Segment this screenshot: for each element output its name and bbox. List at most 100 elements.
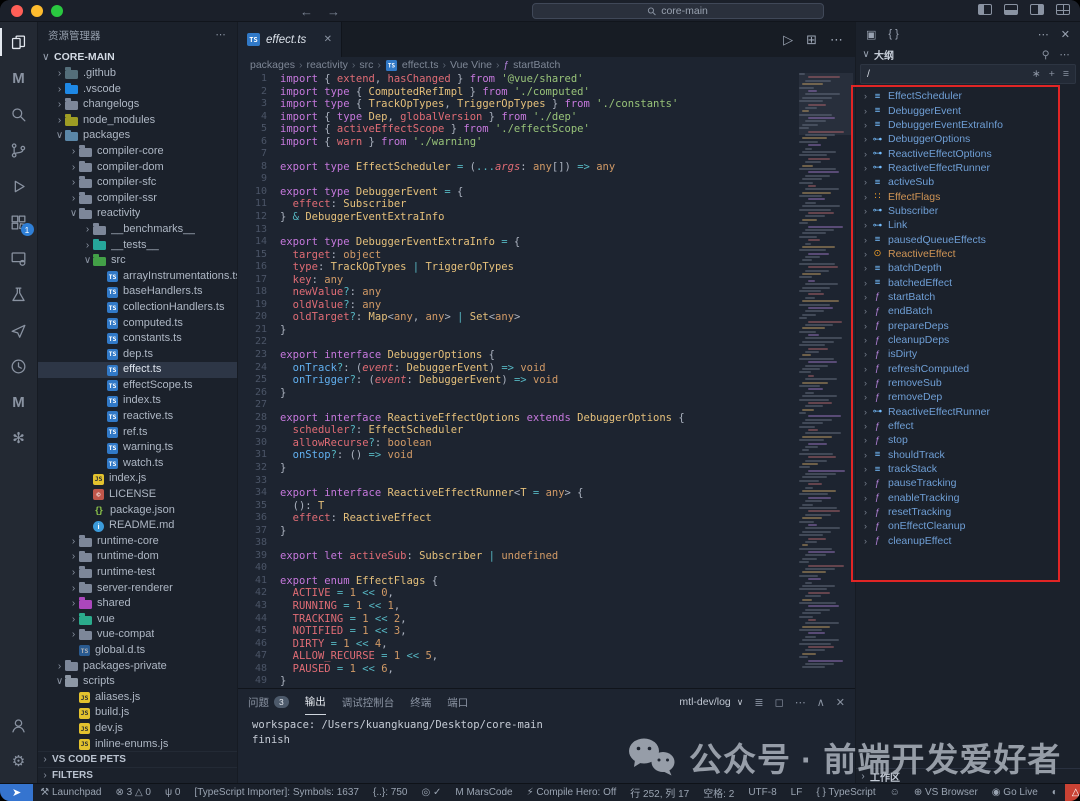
panel-tab-item[interactable]: 调试控制台 bbox=[342, 689, 395, 715]
outline-item-cleanupEffect[interactable]: ›ƒcleanupEffect bbox=[856, 534, 1080, 548]
status-target-check[interactable]: ◎ ✓ bbox=[414, 784, 448, 801]
follow-cursor-icon[interactable]: + bbox=[1049, 68, 1055, 80]
breadcrumb-item[interactable]: packages bbox=[250, 59, 295, 71]
outline-item-cleanupDeps[interactable]: ›ƒcleanupDeps bbox=[856, 333, 1080, 347]
tree-item-src[interactable]: ∨src bbox=[38, 253, 237, 269]
minimap[interactable] bbox=[799, 73, 853, 688]
outline-item-batchDepth[interactable]: ›≡batchDepth bbox=[856, 261, 1080, 275]
tree-item-vue[interactable]: ›vue bbox=[38, 612, 237, 628]
tree-item-vue-compat[interactable]: ›vue-compat bbox=[38, 627, 237, 643]
tree-item-.github[interactable]: ›.github bbox=[38, 66, 237, 82]
expand-all-icon[interactable]: ∗ bbox=[1032, 68, 1041, 80]
tree-item-__tests__[interactable]: ›__tests__ bbox=[38, 238, 237, 254]
tree-item-computed.ts[interactable]: TScomputed.ts bbox=[38, 316, 237, 332]
tree-item-baseHandlers.ts[interactable]: TSbaseHandlers.ts bbox=[38, 284, 237, 300]
outline-filter-input[interactable]: / ∗+≡ bbox=[860, 64, 1076, 84]
tree-item-package.json[interactable]: {}package.json bbox=[38, 503, 237, 519]
tree-item-global.d.ts[interactable]: TSglobal.d.ts bbox=[38, 643, 237, 659]
outline-item-onEffectCleanup[interactable]: ›ƒonEffectCleanup bbox=[856, 519, 1080, 533]
run-file-icon[interactable]: ▷ bbox=[783, 32, 793, 48]
command-center-search[interactable]: ⚲ core-main bbox=[532, 3, 824, 19]
tree-item-collectionHandlers.ts[interactable]: TScollectionHandlers.ts bbox=[38, 300, 237, 316]
outline-item-trackStack[interactable]: ›≡trackStack bbox=[856, 462, 1080, 476]
tree-item-effect.ts[interactable]: TSeffect.ts bbox=[38, 362, 237, 378]
tree-item-index.js[interactable]: JSindex.js bbox=[38, 471, 237, 487]
tree-item-watch.ts[interactable]: TSwatch.ts bbox=[38, 456, 237, 472]
testing-icon[interactable] bbox=[0, 276, 38, 312]
status-problems-indicator[interactable]: ⊗ 3 △ 0 bbox=[108, 784, 158, 801]
tree-item-effectScope.ts[interactable]: TSeffectScope.ts bbox=[38, 378, 237, 394]
settings-icon[interactable]: ⚙ bbox=[0, 743, 38, 779]
outline-section-header[interactable]: ∨ 大纲 ⚲⋯ bbox=[856, 46, 1080, 63]
status-prettier[interactable]: △ Prettier bbox=[1065, 784, 1080, 801]
tree-item-compiler-dom[interactable]: ›compiler-dom bbox=[38, 160, 237, 176]
outline-item-resetTracking[interactable]: ›ƒresetTracking bbox=[856, 505, 1080, 519]
outline-item-ReactiveEffectOptions[interactable]: ›⊶ReactiveEffectOptions bbox=[856, 146, 1080, 160]
panel-tab-output[interactable]: 输出 bbox=[305, 689, 326, 715]
status-marscode[interactable]: M MarsCode bbox=[448, 784, 519, 801]
maximize-panel-icon[interactable]: ∧ bbox=[817, 696, 825, 709]
tree-root-core-main[interactable]: ∨ CORE-MAIN bbox=[38, 48, 237, 66]
braces-view-icon[interactable]: { } bbox=[888, 28, 898, 41]
status-compile-hero[interactable]: ⚡ Compile Hero: Off bbox=[520, 784, 624, 801]
tree-item-scripts[interactable]: ∨scripts bbox=[38, 674, 237, 690]
search-icon[interactable]: ⚲ bbox=[1042, 49, 1050, 61]
outline-item-stop[interactable]: ›ƒstop bbox=[856, 433, 1080, 447]
outline-item-removeDep[interactable]: ›ƒremoveDep bbox=[856, 390, 1080, 404]
tree-item-server-renderer[interactable]: ›server-renderer bbox=[38, 581, 237, 597]
navigate-forward-icon[interactable]: → bbox=[327, 4, 340, 19]
more-actions-icon[interactable]: ⋯ bbox=[795, 696, 806, 709]
status-antenna-indicator[interactable]: ψ 0 bbox=[158, 784, 187, 801]
status-indentation[interactable]: 空格: 2 bbox=[696, 784, 741, 801]
close-panel-icon[interactable]: ✕ bbox=[836, 696, 845, 709]
tree-item-packages[interactable]: ∨packages bbox=[38, 128, 237, 144]
status-symbols-count[interactable]: {..}: 750 bbox=[366, 784, 414, 801]
search-icon[interactable] bbox=[0, 96, 38, 132]
tree-item-runtime-test[interactable]: ›runtime-test bbox=[38, 565, 237, 581]
status-go-live[interactable]: ◉ Go Live bbox=[985, 784, 1045, 801]
more-actions-icon[interactable]: ⋯ bbox=[1060, 49, 1071, 61]
live-preview-icon[interactable] bbox=[0, 240, 38, 276]
outline-item-ReactiveEffectRunner[interactable]: ›⊶ReactiveEffectRunner bbox=[856, 161, 1080, 175]
toggle-sidebar-icon[interactable] bbox=[978, 4, 992, 15]
tree-item-__benchmarks__[interactable]: ›__benchmarks__ bbox=[38, 222, 237, 238]
outline-item-prepareDeps[interactable]: ›ƒprepareDeps bbox=[856, 319, 1080, 333]
lock-scroll-icon[interactable]: ◻ bbox=[775, 696, 784, 709]
run-debug-icon[interactable] bbox=[0, 168, 38, 204]
outline-item-effect[interactable]: ›ƒeffect bbox=[856, 419, 1080, 433]
outline-item-Subscriber[interactable]: ›⊶Subscriber bbox=[856, 204, 1080, 218]
outline-item-DebuggerEventExtraInfo[interactable]: ›≡DebuggerEventExtraInfo bbox=[856, 118, 1080, 132]
extensions-icon[interactable]: 1 bbox=[0, 204, 38, 240]
close-tab-icon[interactable]: ✕ bbox=[324, 34, 332, 45]
outline-item-pauseTracking[interactable]: ›ƒpauseTracking bbox=[856, 476, 1080, 490]
outline-item-DebuggerOptions[interactable]: ›⊶DebuggerOptions bbox=[856, 132, 1080, 146]
tree-item-compiler-ssr[interactable]: ›compiler-ssr bbox=[38, 191, 237, 207]
codegeex-icon[interactable] bbox=[0, 312, 38, 348]
output-channel-select[interactable]: mtl-dev/log ∨ bbox=[679, 696, 743, 708]
close-panel-icon[interactable]: ✕ bbox=[1061, 28, 1070, 41]
views-more-icon[interactable]: ⋯ bbox=[216, 29, 228, 41]
outline-item-EffectFlags[interactable]: ›∷EffectFlags bbox=[856, 189, 1080, 203]
tree-item-constants.ts[interactable]: TSconstants.ts bbox=[38, 331, 237, 347]
more-actions-icon[interactable]: ⋯ bbox=[830, 32, 843, 48]
outline-item-DebuggerEvent[interactable]: ›≡DebuggerEvent bbox=[856, 103, 1080, 117]
status-eol[interactable]: LF bbox=[784, 784, 810, 801]
outline-item-ReactiveEffect[interactable]: ›⊙ReactiveEffect bbox=[856, 247, 1080, 261]
tree-item-warning.ts[interactable]: TSwarning.ts bbox=[38, 440, 237, 456]
outline-item-refreshComputed[interactable]: ›ƒrefreshComputed bbox=[856, 362, 1080, 376]
tree-item-compiler-sfc[interactable]: ›compiler-sfc bbox=[38, 175, 237, 191]
breadcrumb-item[interactable]: startBatch bbox=[513, 59, 560, 71]
tree-item-packages-private[interactable]: ›packages-private bbox=[38, 659, 237, 675]
split-editor-icon[interactable]: ⊞ bbox=[806, 32, 817, 48]
more-actions-icon[interactable]: ⋯ bbox=[1038, 28, 1049, 41]
tree-item-index.ts[interactable]: TSindex.ts bbox=[38, 393, 237, 409]
outline-item-enableTracking[interactable]: ›ƒenableTracking bbox=[856, 491, 1080, 505]
status-ts-importer[interactable]: [TypeScript Importer]: Symbols: 1637 bbox=[187, 784, 366, 801]
outline-item-shouldTrack[interactable]: ›≡shouldTrack bbox=[856, 448, 1080, 462]
tree-item-ref.ts[interactable]: TSref.ts bbox=[38, 425, 237, 441]
m-letter-icon[interactable]: M bbox=[0, 384, 38, 420]
tree-item-LICENSE[interactable]: ©LICENSE bbox=[38, 487, 237, 503]
tree-item-dev.js[interactable]: JSdev.js bbox=[38, 721, 237, 737]
outline-item-batchedEffect[interactable]: ›≡batchedEffect bbox=[856, 275, 1080, 289]
tree-item-changelogs[interactable]: ›changelogs bbox=[38, 97, 237, 113]
